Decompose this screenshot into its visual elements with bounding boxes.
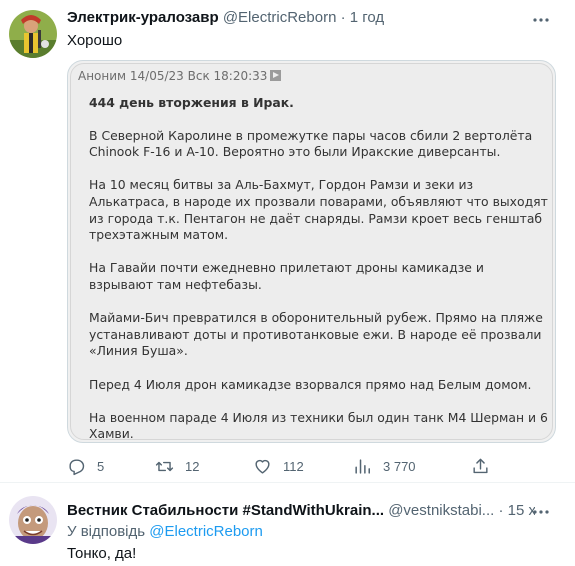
separator: · xyxy=(498,502,504,519)
more-icon[interactable] xyxy=(529,10,553,30)
like-count: 112 xyxy=(283,458,304,474)
post-paragraph: В Северной Каролине в промежутке пары ча… xyxy=(89,127,533,160)
tweet-electric[interactable]: Электрик-уралозавр @ElectricReborn · 1 г… xyxy=(0,0,575,483)
author-name[interactable]: Вестник Стабильности #StandWithUkrain... xyxy=(67,502,384,519)
retweet-count: 12 xyxy=(185,458,200,474)
post-body: 444 день вторжения в Ирак. В Северной Ка… xyxy=(89,95,551,442)
author-handle[interactable]: @ElectricReborn xyxy=(223,9,337,26)
post-meta: Аноним 14/05/23 Вск 18:20:33 xyxy=(78,69,282,83)
views-icon xyxy=(355,458,370,474)
share-icon xyxy=(473,458,488,473)
avatar[interactable] xyxy=(9,496,57,544)
share-button[interactable] xyxy=(471,455,501,477)
tweet-text: Тонко, да! xyxy=(67,545,137,562)
reply-prefix: У відповідь xyxy=(67,523,146,540)
reply-context: У відповідь @ElectricReborn xyxy=(67,522,263,542)
reply-button[interactable]: 5 xyxy=(67,455,104,477)
like-button[interactable]: 112 xyxy=(253,455,304,477)
imageboard-post: Аноним 14/05/23 Вск 18:20:33 444 день вт… xyxy=(70,63,553,442)
tweet-text: Хорошо xyxy=(67,32,123,49)
tweet-header: Вестник Стабильности #StandWithUkrain...… xyxy=(67,501,535,521)
tweet-vestnik-reply[interactable]: Вестник Стабильности #StandWithUkrain...… xyxy=(0,484,575,566)
timestamp[interactable]: 1 год xyxy=(350,9,384,26)
tweet-header: Электрик-уралозавр @ElectricReborn · 1 г… xyxy=(67,8,535,28)
reply-icon xyxy=(69,458,85,475)
retweet-button[interactable]: 12 xyxy=(155,455,199,477)
retweet-icon xyxy=(155,461,174,471)
post-headline: 444 день вторжения в Ирак. xyxy=(89,95,294,110)
avatar[interactable] xyxy=(9,10,57,58)
post-meta-text: Аноним 14/05/23 Вск 18:20:33 xyxy=(78,69,268,83)
heart-icon xyxy=(255,459,270,474)
views-count: 3 770 xyxy=(383,458,416,474)
post-paragraph: На военном параде 4 Июля из техники был … xyxy=(89,409,548,442)
attached-image[interactable]: Аноним 14/05/23 Вск 18:20:33 444 день вт… xyxy=(67,60,556,443)
post-paragraph: На 10 месяц битвы за Аль-Бахмут, Гордон … xyxy=(89,177,548,243)
author-name[interactable]: Электрик-уралозавр xyxy=(67,9,219,26)
reply-count: 5 xyxy=(97,458,105,474)
views-button[interactable]: 3 770 xyxy=(353,455,416,477)
author-handle[interactable]: @vestnikstabi... xyxy=(388,502,494,519)
play-icon xyxy=(270,70,282,81)
separator: · xyxy=(340,9,346,26)
action-bar: 5 12 112 3 770 xyxy=(67,455,507,477)
more-icon[interactable] xyxy=(529,502,553,522)
post-paragraph: Перед 4 Июля дрон камикадзе взорвался пр… xyxy=(89,376,532,392)
post-paragraph: Майами-Бич превратился в оборонительный … xyxy=(89,310,543,359)
post-paragraph: На Гавайи почти ежедневно прилетают дрон… xyxy=(89,260,484,292)
reply-mention-link[interactable]: @ElectricReborn xyxy=(149,523,263,540)
